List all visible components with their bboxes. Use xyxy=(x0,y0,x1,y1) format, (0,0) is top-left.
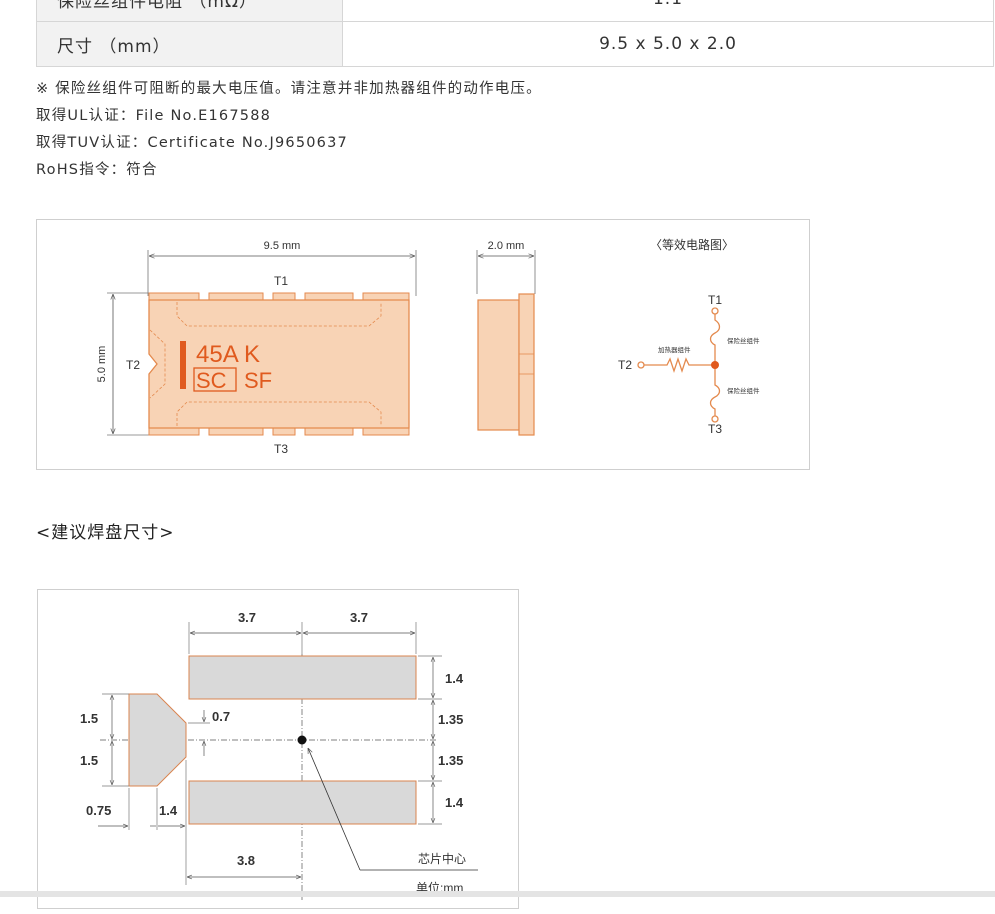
bottom-scroll-edge xyxy=(0,891,995,897)
circuit-t2-label: T2 xyxy=(618,358,632,372)
notes: ※ 保险丝组件可阻断的最大电压值。请注意并非加热器组件的动作电压。 取得UL认证… xyxy=(36,76,542,184)
marking-line1: 45A K xyxy=(196,341,260,368)
section-title: <建议焊盘尺寸> xyxy=(36,523,175,543)
spec-key: 保险丝组件电阻 （mΩ） xyxy=(36,0,343,22)
table-row: 保险丝组件电阻 （mΩ） 1.1 xyxy=(36,0,994,22)
top-terminal-tabs xyxy=(148,292,410,300)
side-view-body xyxy=(477,299,520,431)
heater-label: 加热器组件 xyxy=(658,345,691,354)
circuit-node xyxy=(711,361,719,369)
top-pad xyxy=(188,655,417,700)
note-tuv: 取得TUV认证：Certificate No.J9650637 xyxy=(36,135,348,151)
dim-0-7: 0.7 xyxy=(212,709,230,724)
dim-1-4-top: 1.4 xyxy=(445,671,464,686)
land-pattern-svg: 3.7 3.7 1.4 1.35 1.35 1.4 1.5 1.5 0.7 0.… xyxy=(80,610,478,900)
height-dimension-label: 5.0 mm xyxy=(96,346,108,383)
chip-center-label: 芯片中心 xyxy=(418,851,466,866)
polarity-bar xyxy=(180,341,186,389)
circuit-t3-label: T3 xyxy=(708,422,722,436)
side-view-terminal xyxy=(518,293,535,436)
spec-value: 1.1 xyxy=(342,0,994,22)
table-row: 尺寸 （mm） 9.5 x 5.0 x 2.0 xyxy=(36,21,994,67)
circuit-lines xyxy=(637,307,721,423)
land-pattern-diagram: 3.7 3.7 1.4 1.35 1.35 1.4 1.5 1.5 0.7 0.… xyxy=(37,589,519,909)
component-diagram-svg: 9.5 mm 5.0 mm T1 T2 T3 45A K SC SF 2.0 m… xyxy=(96,237,760,456)
dim-1-4-bottom: 1.4 xyxy=(445,795,464,810)
bottom-pad xyxy=(188,780,417,825)
left-pad xyxy=(128,693,187,787)
spec-table: 保险丝组件电阻 （mΩ） 1.1 尺寸 （mm） 9.5 x 5.0 x 2.0 xyxy=(36,0,994,67)
bottom-terminal-tabs xyxy=(148,428,410,436)
circuit-title: 〈等效电路图〉 xyxy=(650,237,734,252)
dim-3-7-right: 3.7 xyxy=(350,610,368,625)
note-ul: 取得UL认证：File No.E167588 xyxy=(36,108,272,124)
dim-1-5-bottom: 1.5 xyxy=(80,753,98,768)
spec-value: 9.5 x 5.0 x 2.0 xyxy=(342,21,994,67)
spec-key: 尺寸 （mm） xyxy=(36,21,343,67)
fuse-label-bottom: 保险丝组件 xyxy=(727,386,760,395)
note-rohs: RoHS指令：符合 xyxy=(36,162,158,178)
dim-3-7-left: 3.7 xyxy=(238,610,256,625)
fuse-label-top: 保险丝组件 xyxy=(727,336,760,345)
note-voltage: ※ 保险丝组件可阻断的最大电压值。请注意并非加热器组件的动作电压。 xyxy=(36,81,542,97)
dim-1-5-top: 1.5 xyxy=(80,711,98,726)
terminal-t1-label: T1 xyxy=(274,274,288,288)
terminal-t3-label: T3 xyxy=(274,442,288,456)
marking-sf: SF xyxy=(244,368,272,393)
component-body xyxy=(148,299,410,429)
marking-sc: SC xyxy=(196,368,227,393)
dim-0-75: 0.75 xyxy=(86,803,111,818)
dim-1-35-bottom: 1.35 xyxy=(438,753,463,768)
thickness-dimension-label: 2.0 mm xyxy=(488,240,525,252)
dim-3-8: 3.8 xyxy=(237,853,255,868)
length-dimension-label: 9.5 mm xyxy=(264,240,301,252)
component-diagram: 9.5 mm 5.0 mm T1 T2 T3 45A K SC SF 2.0 m… xyxy=(36,219,810,470)
circuit-t1-label: T1 xyxy=(708,293,722,307)
terminal-t2-label: T2 xyxy=(126,358,140,372)
chip-center-dot xyxy=(297,735,307,745)
dim-1-35-top: 1.35 xyxy=(438,712,463,727)
dim-1-4-left: 1.4 xyxy=(159,803,178,818)
